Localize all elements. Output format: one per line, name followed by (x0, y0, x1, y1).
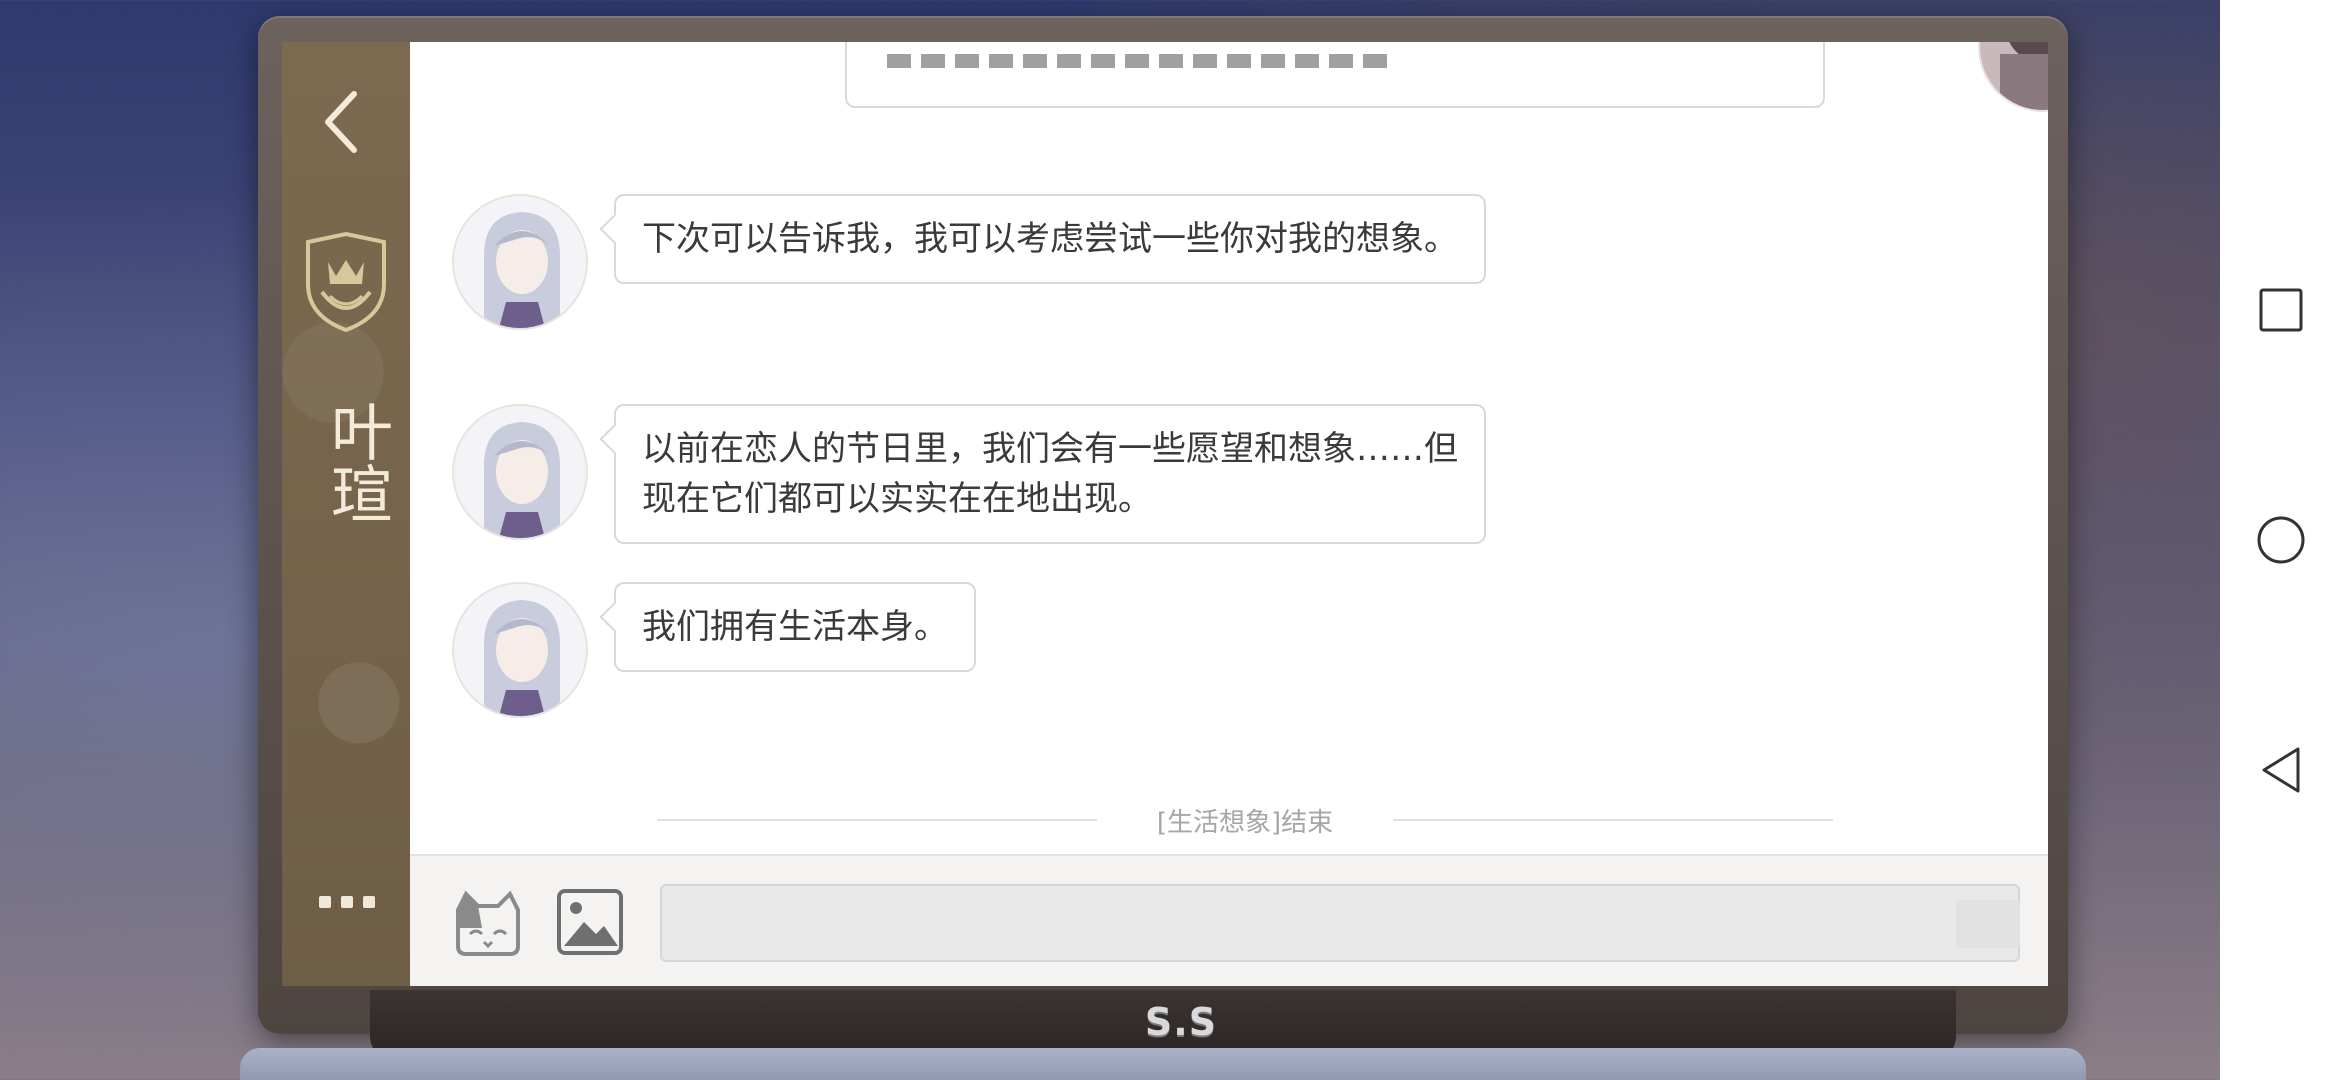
back-arrow-icon (325, 91, 357, 153)
chat-screen: 叶瑄 下次可以告诉我，我可以考虑尝试一些你对我的想象。 以前在恋人的节日里，我们… (282, 42, 2048, 986)
home-button[interactable] (2256, 515, 2306, 565)
message-bubble: 以前在恋人的节日里，我们会有一些愿望和想象……但 现在它们都可以实实在在地出现。 (614, 404, 1486, 544)
message-row: 下次可以告诉我，我可以考虑尝试一些你对我的想象。 (452, 194, 1486, 330)
message-row: 以前在恋人的节日里，我们会有一些愿望和想象……但 现在它们都可以实实在在地出现。 (452, 404, 1486, 544)
nav-back-button[interactable] (2256, 745, 2306, 795)
system-navigation-bar (2220, 0, 2340, 1080)
crest-icon (300, 231, 392, 333)
more-button[interactable] (312, 882, 382, 922)
avatar[interactable] (452, 582, 588, 718)
more-icon (319, 896, 331, 908)
avatar[interactable] (452, 194, 588, 330)
conversation-end-divider: [生活想象]结束 (580, 800, 1910, 840)
recent-apps-button[interactable] (2256, 285, 2306, 335)
message-row: 我们拥有生活本身。 (452, 582, 976, 718)
image-button[interactable] (556, 888, 624, 956)
avatar[interactable] (452, 404, 588, 540)
message-line: 以前在恋人的节日里，我们会有一些愿望和想象……但 (642, 429, 1458, 469)
previous-message-bubble (845, 42, 1825, 108)
back-button[interactable] (312, 82, 372, 162)
recent-apps-icon (2259, 288, 2303, 332)
sticker-icon (456, 890, 520, 956)
message-input[interactable] (660, 884, 2020, 962)
contact-name: 叶瑄 (320, 400, 393, 524)
input-bar (410, 854, 2048, 986)
message-line: 现在它们都可以实实在在地出现。 (642, 479, 1152, 519)
send-button[interactable] (1956, 900, 2020, 948)
home-icon (2257, 516, 2305, 564)
chat-messages[interactable]: 下次可以告诉我，我可以考虑尝试一些你对我的想象。 以前在恋人的节日里，我们会有一… (410, 42, 2048, 854)
cut-off-text (887, 54, 1387, 68)
laptop-base (240, 1048, 2086, 1080)
sticker-button[interactable] (452, 888, 524, 960)
contact-sidebar: 叶瑄 (282, 42, 410, 986)
player-avatar[interactable] (1978, 42, 2048, 112)
divider-label: [生活想象]结束 (1156, 807, 1334, 838)
image-icon (557, 889, 623, 955)
message-bubble: 我们拥有生活本身。 (614, 582, 976, 672)
message-bubble: 下次可以告诉我，我可以考虑尝试一些你对我的想象。 (614, 194, 1486, 284)
back-icon (2262, 747, 2300, 793)
brand-logo: S.S (1144, 1000, 1218, 1044)
